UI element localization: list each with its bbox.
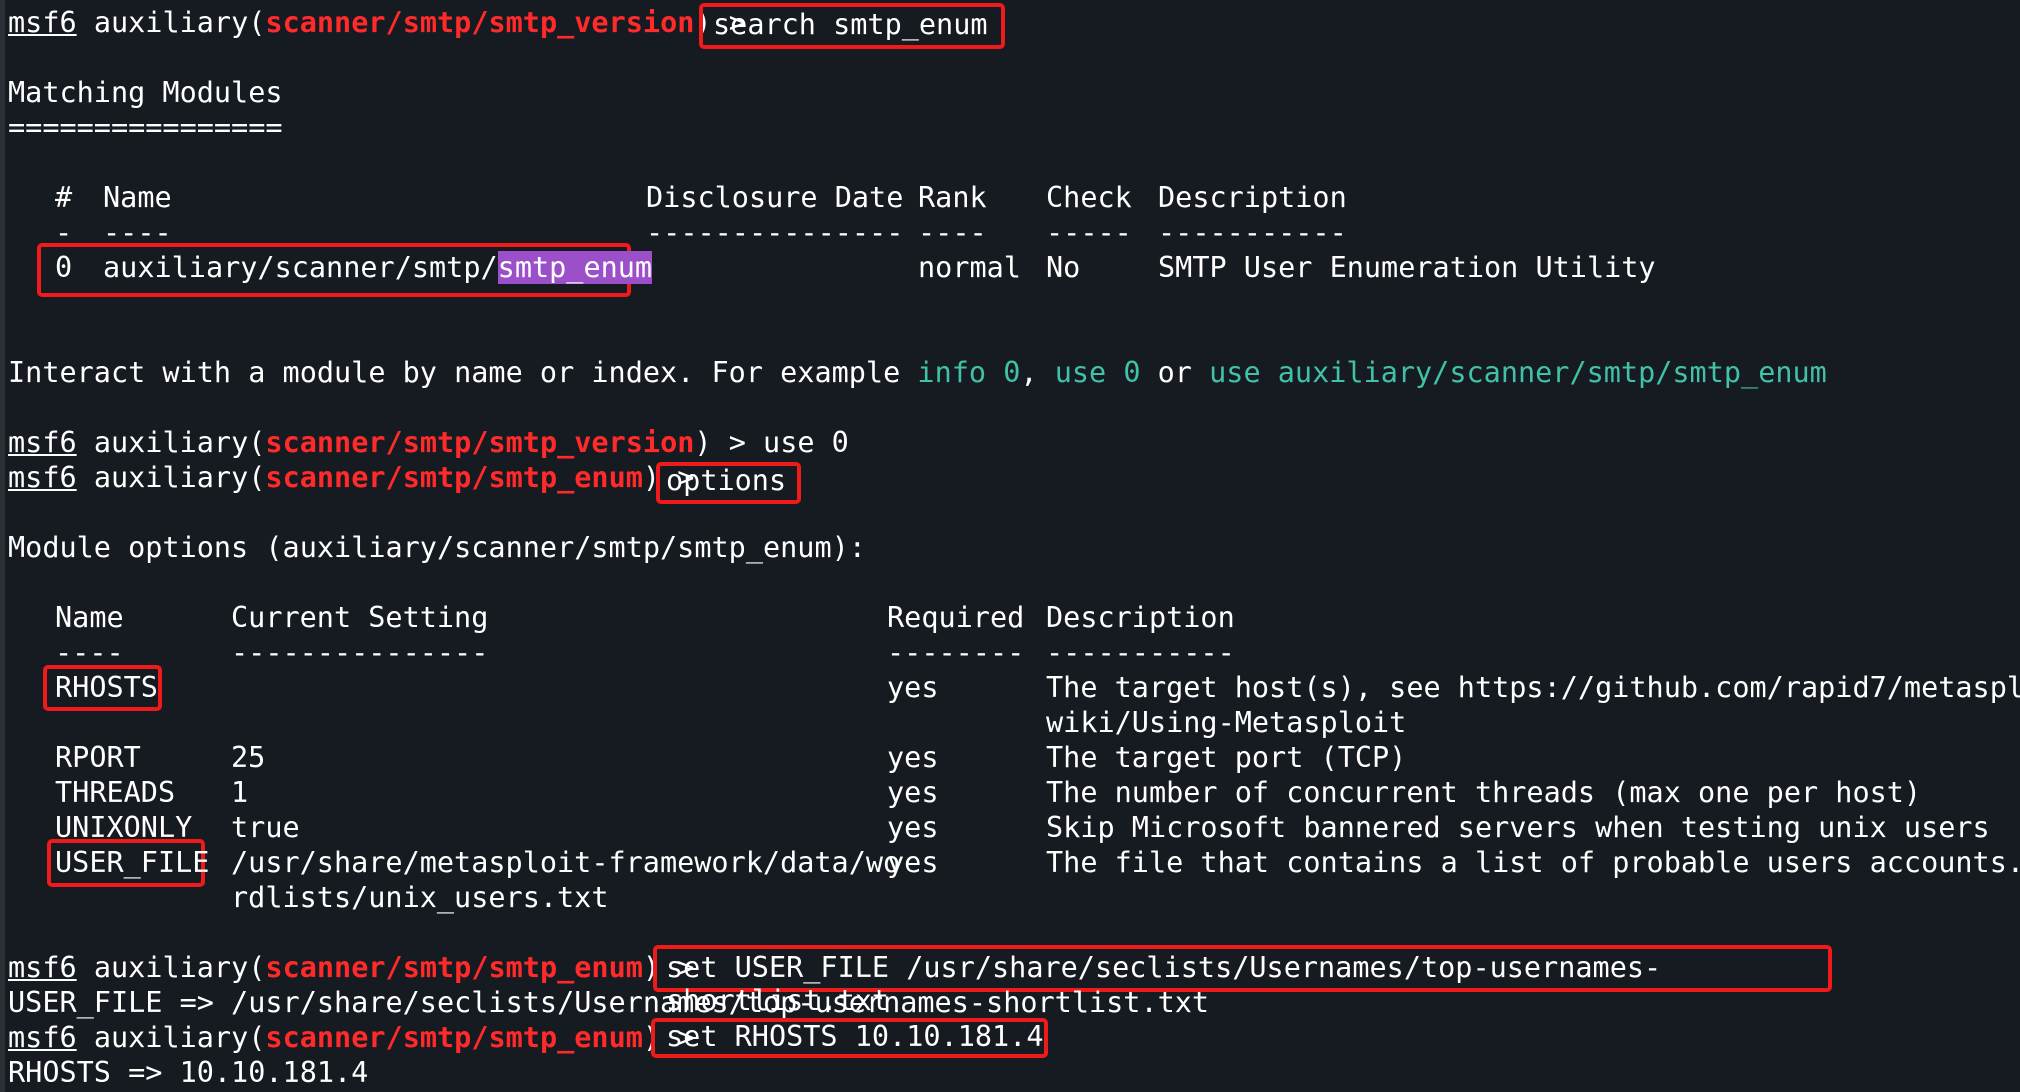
col-header-rank: Rank [918, 181, 987, 214]
opt-header-desc: Description [1046, 601, 1235, 634]
prompt-word: auxiliary [93, 6, 249, 39]
col-dash-desc: ----------- [1158, 216, 1347, 249]
opt-desc-user-file: The file that contains a list of probabl… [1046, 846, 2020, 879]
opt-setting-threads: 1 [231, 776, 249, 809]
col-header-desc: Description [1158, 181, 1347, 214]
hint-link-info: info 0 [917, 356, 1021, 389]
prompt-user: msf6 [8, 6, 77, 39]
output-rhosts: RHOSTS => 10.10.181.4 [8, 1056, 369, 1089]
hint-link-use-name: use auxiliary/scanner/smtp/smtp_enum [1209, 356, 1827, 389]
command-options: options [666, 464, 787, 497]
command-search: search smtp_enum [713, 8, 988, 41]
opt-desc-unixonly: Skip Microsoft bannered servers when tes… [1046, 811, 1990, 844]
opt-dash-setting: --------------- [231, 636, 489, 669]
opt-dash-desc: ----------- [1046, 636, 1235, 669]
col-header-date: Disclosure Date [646, 181, 904, 214]
opt-name-rport: RPORT [55, 741, 141, 774]
col-dash-check: ----- [1046, 216, 1132, 249]
opt-setting-user-file: /usr/share/metasploit-framework/data/wo [231, 846, 901, 879]
command-search-box[interactable]: search smtp_enum [699, 3, 1005, 49]
opt-header-required: Required [887, 601, 1025, 634]
opt-desc-rhosts: The target host(s), see https://github.c… [1046, 671, 2020, 704]
prompt-line-use: msf6 auxiliary(scanner/smtp/smtp_version… [8, 426, 849, 459]
opt-required-unixonly: yes [887, 811, 939, 844]
command-set-rhosts-box[interactable]: set RHOSTS 10.10.181.4 [651, 1018, 1048, 1058]
prompt-line-options: msf6 auxiliary(scanner/smtp/smtp_enum) > [8, 461, 712, 494]
matching-modules-underline: ================ [8, 111, 283, 144]
col-header-num: # [55, 181, 73, 214]
module-options-heading: Module options (auxiliary/scanner/smtp/s… [8, 531, 866, 564]
prompt-line-search: msf6 auxiliary(scanner/smtp/smtp_version… [8, 6, 764, 39]
command-set-rhosts: set RHOSTS 10.10.181.4 [666, 1020, 1044, 1053]
col-header-check: Check [1046, 181, 1132, 214]
opt-header-setting: Current Setting [231, 601, 489, 634]
opt-setting-user-file-cont: rdlists/unix_users.txt [231, 881, 609, 914]
command-options-box[interactable]: options [656, 462, 801, 504]
command-use: use 0 [763, 426, 849, 459]
prompt-line-set-user-file: msf6 auxiliary(scanner/smtp/smtp_enum) > [8, 951, 712, 984]
opt-required-rport: yes [887, 741, 939, 774]
result-name: auxiliary/scanner/smtp/smtp_enum [103, 251, 653, 284]
opt-name-threads: THREADS [55, 776, 176, 809]
hint-link-use-index: use 0 [1054, 356, 1141, 389]
result-rank: normal [918, 251, 1021, 284]
result-num: 0 [55, 251, 73, 284]
opt-name-rhosts: RHOSTS [55, 671, 158, 704]
opt-setting-unixonly: true [231, 811, 300, 844]
col-dash-rank: ---- [918, 216, 987, 249]
search-match-highlight: smtp_enum [497, 251, 653, 284]
opt-header-name: Name [55, 601, 124, 634]
opt-required-rhosts: yes [887, 671, 939, 704]
output-user-file: USER_FILE => /usr/share/seclists/Usernam… [8, 986, 1210, 1019]
opt-desc-threads: The number of concurrent threads (max on… [1046, 776, 1922, 809]
col-header-name: Name [103, 181, 172, 214]
result-desc: SMTP User Enumeration Utility [1158, 251, 1656, 284]
opt-required-user-file: yes [887, 846, 939, 879]
opt-name-user-file: USER_FILE [55, 846, 210, 879]
opt-setting-rport: 25 [231, 741, 266, 774]
interact-hint: Interact with a module by name or index.… [8, 356, 1827, 389]
terminal-left-edge [0, 0, 5, 1092]
opt-desc-rport: The target port (TCP) [1046, 741, 1407, 774]
col-dash-date: --------------- [646, 216, 904, 249]
result-check: No [1046, 251, 1081, 284]
opt-required-threads: yes [887, 776, 939, 809]
opt-dash-required: -------- [887, 636, 1025, 669]
prompt-line-set-rhosts: msf6 auxiliary(scanner/smtp/smtp_enum) > [8, 1021, 712, 1054]
terminal-window[interactable]: msf6 auxiliary(scanner/smtp/smtp_version… [0, 0, 2020, 1092]
prompt-module: scanner/smtp/smtp_version [265, 6, 695, 39]
matching-modules-heading: Matching Modules [8, 76, 283, 109]
opt-desc-rhosts-cont: wiki/Using-Metasploit [1046, 706, 1407, 739]
